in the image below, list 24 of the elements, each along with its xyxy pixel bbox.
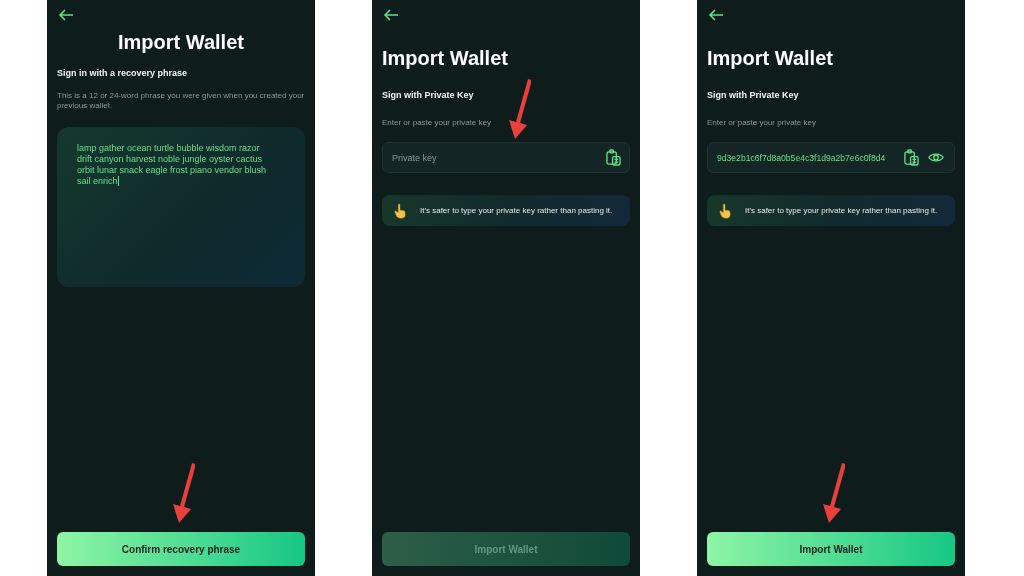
tip-text: It's safer to type your private key rather than pasting it. [420,206,613,215]
primary-button[interactable]: Confirm recovery phrase [57,532,305,566]
back-arrow-icon[interactable] [383,9,399,21]
pointing-hand-icon [394,202,406,219]
tip-text: It's safer to type your private key rather than pasting it. [745,206,938,215]
private-key-field[interactable]: Private key [382,142,630,173]
eye-icon[interactable] [928,152,944,163]
description-text: This is a 12 or 24-word phrase you were given when you created your previous wallet. [57,91,305,111]
back-arrow-icon[interactable] [708,9,724,21]
section-heading: Sign with Private Key [707,90,800,100]
private-key-field[interactable]: 9d3e2b1c6f7d8a0b5e4c3f1d9a2b7e6c0f8d4 [707,142,955,173]
pointing-hand-icon [719,202,731,219]
screen-title: Import Wallet [382,47,509,70]
screen-title: Import Wallet [117,31,245,54]
recovery-phrase-field[interactable]: lamp gather ocean turtle bubble wisdom razor drift canyon harvest noble jungle oyster cactus orbit lunar snack eagle frost piano vendor blush sail enrich [57,127,305,287]
clipboard-icon[interactable] [904,149,919,166]
primary-button[interactable]: Import Wallet [707,532,955,566]
back-arrow-icon[interactable] [58,9,74,21]
section-heading: Sign with Private Key [382,90,475,100]
clipboard-icon[interactable] [606,149,621,166]
description-text: Enter or paste your private key [707,118,817,128]
screen-title: Import Wallet [707,47,834,70]
section-heading: Sign in with a recovery phrase [57,68,189,78]
description-text: Enter or paste your private key [382,118,492,128]
